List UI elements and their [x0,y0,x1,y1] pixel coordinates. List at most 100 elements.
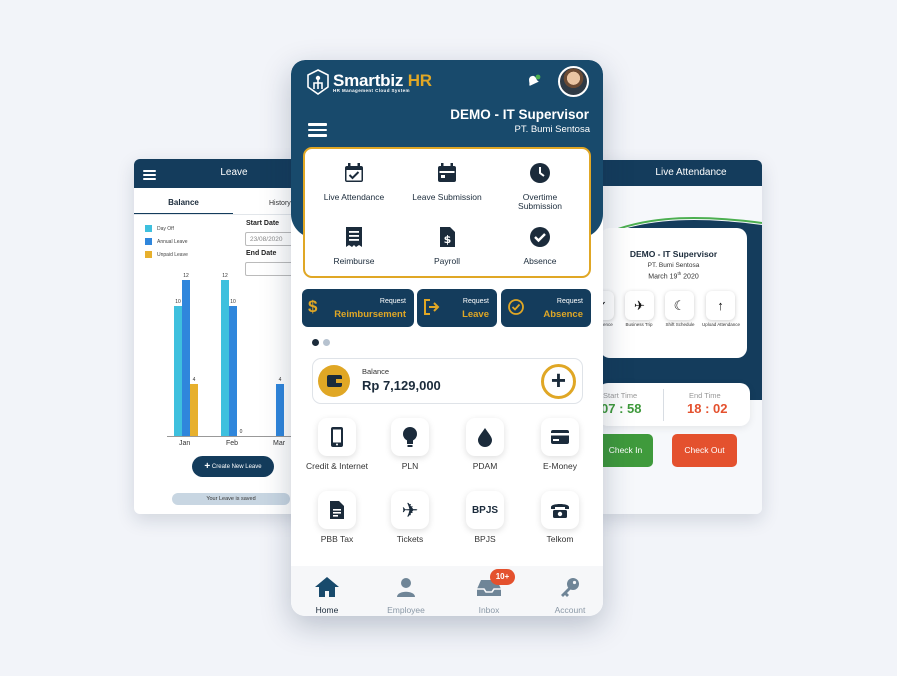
balance-value: Rp 7,129,000 [362,378,441,393]
menu-icon[interactable] [308,123,327,137]
chart-data-label: 12 [222,273,228,279]
notification-bell-icon[interactable] [525,73,541,89]
document-icon [318,491,356,529]
nav-inbox[interactable]: Inbox [454,576,524,615]
nav-label: Employee [387,605,425,615]
service-bpjs[interactable]: BPJS BPJS [450,491,520,544]
nav-label: Inbox [478,605,500,615]
menu-item-leave-submission[interactable]: Leave Submission [407,162,487,202]
menu-item-absence[interactable]: Absence [500,226,580,266]
service-pln[interactable]: PLN [375,418,445,471]
chart-data-label: 0 [239,429,243,435]
start-time-label: Start Time [603,391,638,400]
service-tickets[interactable]: ✈ Tickets [375,491,445,544]
dollar-icon: $ [308,297,318,316]
chart-bar [229,306,237,436]
legend-label: Unpaid Leave [157,251,188,258]
check-in-button[interactable]: Check In [598,434,653,467]
tab-balance[interactable]: Balance [134,198,233,207]
start-date-label: Start Date [246,220,280,227]
attendance-title: Live Attendance [655,167,727,178]
brand-tagline: HR Management Cloud System [333,88,410,93]
nav-label: Account [554,605,586,615]
receipt-icon [346,227,362,247]
request-small-label: Request [462,298,489,305]
carousel-dot-active[interactable] [312,339,319,346]
chart-x-tick-label: Mar [273,440,286,447]
wallet-icon [318,365,350,397]
action-label: Business Trip [625,322,653,327]
nav-employee[interactable]: Employee [371,576,441,615]
service-e-money[interactable]: E-Money [525,418,595,471]
upload-icon[interactable]: ↑ [706,291,735,320]
telephone-icon [541,491,579,529]
user-company: PT. Bumi Sentosa [514,124,590,135]
legend-label: Annual Leave [157,238,188,245]
menu-item-reimburse[interactable]: Reimburse [314,226,394,266]
service-label: E-Money [542,461,577,471]
request-reimbursement-button[interactable]: $ Request Reimbursement [302,289,414,327]
avatar[interactable] [558,66,589,97]
request-leave-button[interactable]: Request Leave [417,289,497,327]
chart-x-tick-label: Jan [179,440,191,447]
legend-item: Unpaid Leave [145,251,188,258]
menu-item-payroll[interactable]: $ Payroll [407,226,487,266]
start-time-value: 07 : 58 [601,401,642,416]
chart-bar [182,280,190,436]
request-absence-button[interactable]: Request Absence [501,289,591,327]
check-out-button[interactable]: Check Out [672,434,737,467]
nav-account[interactable]: Account [535,576,605,615]
service-telkom[interactable]: Telkom [525,491,595,544]
request-big-label: Reimbursement [334,309,406,320]
bpjs-text: BPJS [466,491,504,529]
action-label: Shift Schedule [665,322,695,327]
brand-logo-icon [307,69,329,95]
home-icon [315,577,339,597]
service-credit-internet[interactable]: Credit & Internet [302,418,372,471]
balance-label: Balance [362,367,390,376]
plane-icon[interactable]: ✈ [625,291,654,320]
calendar-check-icon [345,163,363,182]
date-suffix: th [677,271,682,276]
chart-bar [174,306,182,436]
chart-data-label: 4 [192,377,196,383]
plane-icon: ✈ [391,491,429,529]
service-pbb-tax[interactable]: PBB Tax [302,491,372,544]
nav-home[interactable]: Home [292,576,362,615]
svg-text:$: $ [444,233,452,246]
user-icon [397,578,415,597]
legend-label: Day Off [157,225,174,232]
leave-saved-toast: Your Leave is saved [172,493,290,505]
create-new-leave-button[interactable]: + Create New Leave [192,456,274,477]
service-label: Tickets [396,534,424,544]
date-year: 2020 [683,273,699,281]
chart-x-axis [167,436,297,437]
tab-history[interactable]: History [269,200,291,207]
service-label: BPJS [474,534,496,544]
clock-icon [530,163,550,183]
menu-item-label: Overtime Submission [518,192,562,211]
chart-data-label: 12 [183,273,189,279]
moon-icon[interactable]: ☾ [665,291,694,320]
service-pdam[interactable]: PDAM [450,418,520,471]
payroll-doc-icon: $ [440,227,455,247]
date-main: March 19 [648,273,678,281]
service-label: PLN [401,461,419,471]
plus-icon: + [204,461,211,472]
time-divider [663,389,664,421]
menu-item-overtime-submission[interactable]: Overtime Submission [500,162,580,211]
attendance-name: DEMO - IT Supervisor [629,249,718,259]
attendance-header: Live Attendance [596,160,762,186]
top-up-button[interactable]: + [541,364,576,399]
attendance-company: PT. Bumi Sentosa [647,262,700,269]
menu-item-label: Leave Submission [412,192,482,202]
legend-swatch [145,251,152,258]
menu-item-live-attendance[interactable]: Live Attendance [314,162,394,202]
request-small-label: Request [556,298,583,305]
check-circle-icon [530,227,550,247]
service-label: PBB Tax [320,534,354,544]
inbox-badge: 10+ [490,569,515,585]
chart-bar [190,384,198,436]
carousel-dot[interactable] [323,339,330,346]
chart-bar [276,384,284,436]
